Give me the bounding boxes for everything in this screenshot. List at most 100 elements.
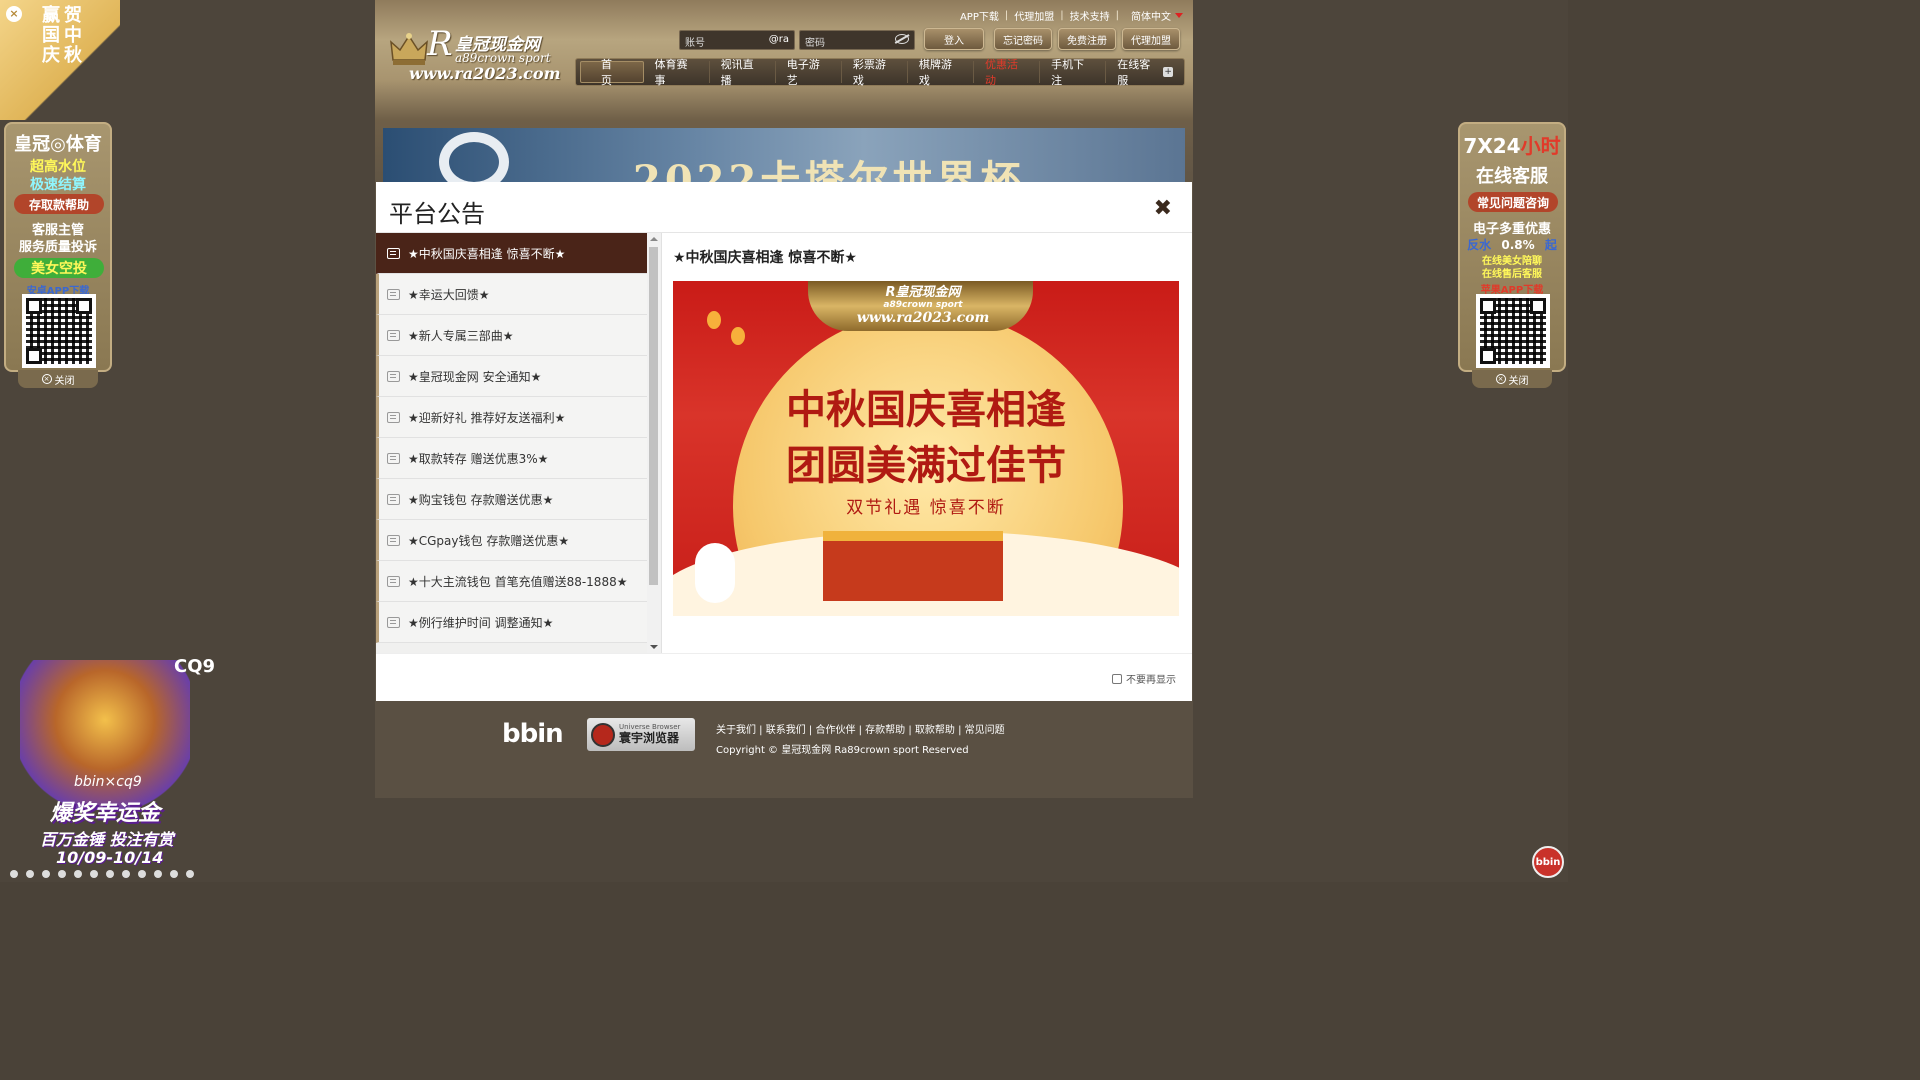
badge-text-col1: 赢国庆 xyxy=(42,5,60,66)
main-nav: 首页 体育赛事 视讯直播 电子游艺 彩票游戏 棋牌游戏 优惠活动 手机下注 在线… xyxy=(575,58,1185,87)
poster-logo-en: a89crown sport xyxy=(883,300,963,310)
register-button[interactable]: 免费注册 xyxy=(1058,28,1116,50)
nav-sports[interactable]: 体育赛事 xyxy=(644,58,710,87)
list-item[interactable]: ★迎新好礼 推荐好友送福利★ xyxy=(376,397,647,438)
scroll-thumb[interactable] xyxy=(649,247,658,585)
right-panel-close-button[interactable]: × 关闭 xyxy=(1472,370,1552,388)
modal-header: 平台公告 ✖ xyxy=(376,182,1192,233)
agent-join-button[interactable]: 代理加盟 xyxy=(1122,28,1180,50)
bottom-left-promo[interactable]: CQ9 bbin×cq9 爆奖幸运金 百万金锤 投注有赏 10/09-10/14 xyxy=(0,650,232,882)
list-item-label: ★例行维护时间 调整通知★ xyxy=(408,615,554,630)
modal-title: 平台公告 xyxy=(389,200,485,228)
bbin-float-button[interactable]: bbin xyxy=(1532,846,1564,878)
list-item[interactable]: ★十大主流钱包 首笔充值赠送88-1888★ xyxy=(376,561,647,602)
poster-headline-1: 中秋国庆喜相逢 xyxy=(786,386,1066,433)
modal-footer: 不要再显示 xyxy=(376,653,1192,701)
right-panel-title-a: 7X24 xyxy=(1463,134,1521,158)
dont-show-checkbox[interactable] xyxy=(1112,673,1122,684)
password-placeholder: 密码 xyxy=(805,38,825,49)
list-item-label: ★CGpay钱包 存款赠送优惠★ xyxy=(408,533,570,548)
list-item[interactable]: ★例行维护时间 调整通知★ xyxy=(376,602,647,643)
scroll-up-arrow-icon[interactable] xyxy=(650,237,658,241)
universe-browser-logo[interactable]: Universe Browser 寰宇浏览器 xyxy=(587,718,695,751)
agent-link[interactable]: 代理加盟 xyxy=(1014,8,1054,23)
lantern-icon xyxy=(731,327,745,345)
detail-title: ★中秋国庆喜相逢 惊喜不断★ xyxy=(673,250,857,266)
festival-badge[interactable]: × 赢国庆 贺中秋 xyxy=(0,0,120,120)
logo-url: www.ra2023.com xyxy=(409,64,561,83)
nav-live[interactable]: 视讯直播 xyxy=(710,58,776,87)
ios-qr-code xyxy=(1476,294,1550,368)
right-panel-close-label: 关闭 xyxy=(1508,375,1529,387)
ball-graphic xyxy=(439,132,509,182)
account-input[interactable]: 账号 @ra xyxy=(679,30,795,50)
announcement-list: ★中秋国庆喜相逢 惊喜不断★ ★幸运大回馈★ ★新人专属三部曲★ ★皇冠现金网 … xyxy=(376,233,662,653)
list-scrollbar[interactable] xyxy=(647,233,661,653)
tech-support-link[interactable]: 技术支持 xyxy=(1070,8,1110,23)
list-item-label: ★新人专属三部曲★ xyxy=(408,328,514,343)
site-footer: bbin Universe Browser 寰宇浏览器 关于我们 | 联系我们 … xyxy=(375,701,1193,798)
site-header: R 皇冠现金网 a89crown sport www.ra2023.com AP… xyxy=(375,0,1193,120)
promo-date: 10/09-10/14 xyxy=(56,848,164,867)
nav-mobile[interactable]: 手机下注 xyxy=(1040,58,1107,87)
right-panel-title: 7X24小时 xyxy=(1460,130,1564,159)
list-item[interactable]: ★皇冠现金网 安全通知★ xyxy=(376,356,647,397)
app-download-link[interactable]: APP下载 xyxy=(960,8,999,23)
browser-icon xyxy=(591,722,615,747)
rebate-value: 0.8% xyxy=(1501,238,1535,252)
scroll-down-arrow-icon[interactable] xyxy=(650,645,658,649)
message-icon xyxy=(387,452,400,464)
list-item[interactable]: ★新人专属三部曲★ xyxy=(376,315,647,356)
promo-dots xyxy=(10,870,194,878)
list-item-label: ★中秋国庆喜相逢 惊喜不断★ xyxy=(408,246,566,261)
left-panel-title: 皇冠◎体育 xyxy=(14,134,102,155)
nav-home[interactable]: 首页 xyxy=(580,58,644,87)
right-panel-line1: 在线客服 xyxy=(1476,166,1548,187)
deposit-help-button[interactable]: 存取款帮助 xyxy=(14,194,104,214)
close-icon[interactable]: ✖ xyxy=(1154,196,1172,221)
poster-logo: R皇冠现金网 a89crown sport www.ra2023.com xyxy=(823,281,1023,326)
nav-promotions[interactable]: 优惠活动 xyxy=(974,58,1041,87)
right-panel-line2: 电子多重优惠 xyxy=(1472,222,1551,237)
site-logo[interactable]: R 皇冠现金网 a89crown sport www.ra2023.com xyxy=(389,24,579,86)
eye-off-icon[interactable] xyxy=(895,34,909,44)
list-item-label: ★幸运大回馈★ xyxy=(408,287,490,302)
list-item[interactable]: ★CGpay钱包 存款赠送优惠★ xyxy=(376,520,647,561)
bbin-logo: bbin xyxy=(502,719,564,749)
list-item[interactable]: ★购宝钱包 存款赠送优惠★ xyxy=(376,479,647,520)
password-input[interactable]: 密码 xyxy=(799,30,915,50)
list-item[interactable]: ★幸运大回馈★ xyxy=(376,274,647,315)
nav-lottery[interactable]: 彩票游戏 xyxy=(842,58,908,87)
right-side-panel: 7X24小时 在线客服 常见问题咨询 电子多重优惠 反水 0.8% 起 在线美女… xyxy=(1458,122,1566,372)
message-icon xyxy=(387,493,400,505)
promo-banner[interactable]: 2022卡塔尔世界杯 xyxy=(383,128,1185,182)
message-icon xyxy=(387,575,400,587)
message-icon xyxy=(387,247,400,259)
nav-cards[interactable]: 棋牌游戏 xyxy=(908,58,975,87)
faq-button[interactable]: 常见问题咨询 xyxy=(1468,192,1558,212)
forgot-password-button[interactable]: 忘记密码 xyxy=(994,28,1052,50)
message-icon xyxy=(387,411,400,423)
cq9-logo: CQ9 xyxy=(174,656,216,677)
caret-down-icon xyxy=(1175,13,1183,18)
message-icon xyxy=(387,534,400,546)
logo-letter: R xyxy=(427,24,453,64)
login-button[interactable]: 登入 xyxy=(924,28,984,50)
list-item[interactable]: ★取款转存 赠送优惠3%★ xyxy=(376,438,647,479)
footer-links[interactable]: 关于我们 | 联系我们 | 合作伙伴 | 存款帮助 | 取款帮助 | 常见问题 xyxy=(716,721,1005,736)
nav-support[interactable]: 在线客服 + xyxy=(1106,58,1184,87)
airdrop-button[interactable]: 美女空投 xyxy=(14,258,104,278)
message-icon xyxy=(387,370,400,382)
announcement-detail: ★中秋国庆喜相逢 惊喜不断★ R皇冠现金网 a89crown sport www… xyxy=(673,233,1183,616)
rebate-suffix: 起 xyxy=(1544,238,1557,252)
poster-logo-cn: R皇冠现金网 xyxy=(885,285,961,300)
nav-slots[interactable]: 电子游艺 xyxy=(776,58,842,87)
badge-close-icon[interactable]: × xyxy=(6,6,22,22)
dont-show-again[interactable]: 不要再显示 xyxy=(1112,671,1176,686)
account-placeholder: 账号 xyxy=(685,38,705,49)
left-panel-close-button[interactable]: × 关闭 xyxy=(18,370,98,388)
language-select[interactable]: 简体中文 xyxy=(1131,8,1183,23)
badge-text-col2: 贺中秋 xyxy=(64,5,82,66)
language-label: 简体中文 xyxy=(1131,12,1171,23)
list-item[interactable]: ★中秋国庆喜相逢 惊喜不断★ xyxy=(376,233,647,274)
